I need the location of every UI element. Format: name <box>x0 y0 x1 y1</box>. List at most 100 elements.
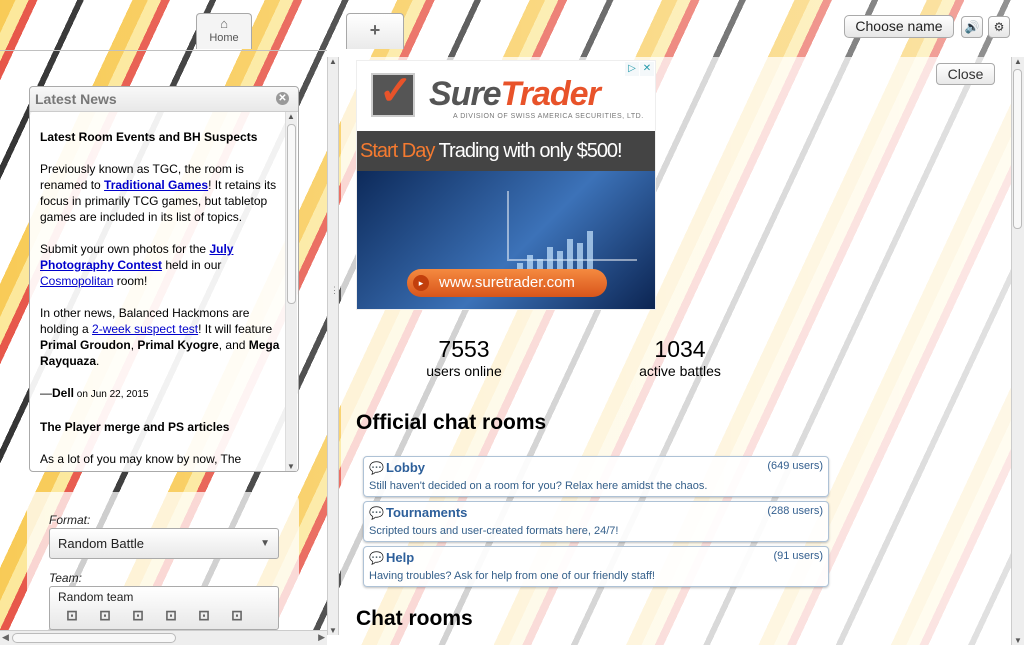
scroll-down-icon[interactable]: ▼ <box>287 462 295 471</box>
checkmark-icon: ✓ <box>371 69 415 117</box>
news-text: , and <box>218 338 249 352</box>
news-text: Submit your own photos for the <box>40 242 210 256</box>
news-author: Dell <box>52 386 75 400</box>
chat-bubble-icon: 💬 <box>369 506 384 520</box>
room-tournaments[interactable]: 💬 Tournaments (288 users) Scripted tours… <box>363 501 829 542</box>
battle-form-panel: Format: Random Battle ▼ Team: Random tea… <box>27 492 299 632</box>
ad-logo: ✓ SureTrader A DIVISION OF SWISS AMERICA… <box>357 61 655 131</box>
suspect-test-link[interactable]: 2-week suspect test <box>92 322 198 336</box>
room-users: (649 users) <box>767 460 823 472</box>
news-text: room! <box>113 274 148 288</box>
left-horizontal-scrollbar[interactable]: ◀ ▶ <box>0 630 327 645</box>
ad-brand-a: Sure <box>429 75 502 113</box>
volume-icon: 🔊 <box>964 20 980 34</box>
gear-icon: ⚙ <box>993 20 1005 34</box>
team-label: Team: <box>49 571 82 585</box>
ad-info-icon[interactable]: ▷ <box>625 62 639 76</box>
team-slots: ⊡ ⊡ ⊡ ⊡ ⊡ ⊡ <box>58 605 251 625</box>
news-heading: The Player merge and PS articles <box>40 420 230 434</box>
scroll-up-icon[interactable]: ▲ <box>1014 57 1022 66</box>
room-name: Tournaments <box>386 505 468 520</box>
pokemon-slot-icon: ⊡ <box>99 607 111 623</box>
choose-name-button[interactable]: Choose name <box>844 15 954 38</box>
room-users: (91 users) <box>773 550 823 562</box>
ad-brand-b: Trader <box>500 75 601 113</box>
advertisement[interactable]: ✓ SureTrader A DIVISION OF SWISS AMERICA… <box>356 60 656 310</box>
room-help[interactable]: 💬 Help (91 users) Having troubles? Ask f… <box>363 546 829 587</box>
left-pane-scrollbar[interactable]: ▲ ⋮ ▼ <box>327 57 339 635</box>
format-select[interactable]: Random Battle ▼ <box>49 528 279 559</box>
header-bar: ⌂ Home + Choose name 🔊 ⚙ <box>0 0 1024 50</box>
arrow-icon: ▸ <box>413 275 429 291</box>
users-online-stat: 7553 users online <box>414 336 514 380</box>
pokemon-slot-icon: ⊡ <box>66 607 78 623</box>
room-desc: Scripted tours and user-created formats … <box>369 525 619 537</box>
ad-banner: Start Day Trading with only $500! <box>357 131 655 171</box>
news-sig-dash: — <box>40 386 52 400</box>
news-scroll-thumb[interactable] <box>287 124 296 304</box>
scroll-right-icon[interactable]: ▶ <box>318 632 325 643</box>
grip-icon[interactable]: ⋮ <box>330 285 339 296</box>
ad-url-button[interactable]: ▸ www.suretrader.com <box>407 269 607 297</box>
new-tab-button[interactable]: + <box>346 13 404 49</box>
pokemon-slot-icon: ⊡ <box>132 607 144 623</box>
users-online-count: 7553 <box>438 336 490 362</box>
chat-bubble-icon: 💬 <box>369 461 384 475</box>
close-icon[interactable]: ✕ <box>276 92 289 105</box>
active-battles-stat[interactable]: 1034 active battles <box>630 336 730 380</box>
pokemon-slot-icon: ⊡ <box>231 607 243 623</box>
scroll-left-icon[interactable]: ◀ <box>2 632 9 643</box>
news-header: Latest News ✕ <box>30 87 298 112</box>
format-label: Format: <box>49 513 91 527</box>
team-select[interactable]: Random team ⊡ ⊡ ⊡ ⊡ ⊡ ⊡ <box>49 586 279 630</box>
news-text: . <box>96 354 100 368</box>
ad-close-icon[interactable]: ✕ <box>640 62 654 76</box>
settings-button[interactable]: ⚙ <box>988 16 1010 38</box>
room-desc: Having troubles? Ask for help from one o… <box>369 570 655 582</box>
volume-button[interactable]: 🔊 <box>961 16 983 38</box>
chat-bubble-icon: 💬 <box>369 551 384 565</box>
plus-icon: + <box>369 20 381 40</box>
pokemon-slot-icon: ⊡ <box>165 607 177 623</box>
news-text: ! It will feature <box>198 322 273 336</box>
scroll-down-icon[interactable]: ▼ <box>1014 636 1022 645</box>
room-desc: Still haven't decided on a room for you?… <box>369 480 708 492</box>
chevron-down-icon: ▼ <box>260 538 270 549</box>
scroll-down-icon[interactable]: ▼ <box>329 626 337 635</box>
close-button[interactable]: Close <box>936 63 995 85</box>
pokemon-slot-icon: ⊡ <box>198 607 210 623</box>
news-text: held in our <box>162 258 222 272</box>
room-name: Help <box>386 550 415 565</box>
cosmopolitan-link[interactable]: Cosmopolitan <box>40 274 113 288</box>
team-value: Random team <box>58 590 134 604</box>
ad-image: ▸ www.suretrader.com <box>357 171 655 309</box>
official-rooms-heading: Official chat rooms <box>356 411 547 434</box>
news-bold: Primal Groudon <box>40 338 131 352</box>
news-body: Latest Room Events and BH Suspects Previ… <box>40 129 284 469</box>
ad-subline: A DIVISION OF SWISS AMERICA SECURITIES, … <box>453 113 644 120</box>
news-bold: Primal Kyogre <box>137 338 219 352</box>
traditional-games-link[interactable]: Traditional Games <box>104 178 208 192</box>
tab-home[interactable]: ⌂ Home <box>196 13 252 49</box>
ad-banner-c: with only $500! <box>498 140 622 162</box>
right-scroll-thumb[interactable] <box>1013 69 1022 229</box>
news-heading: Latest Room Events and BH Suspects <box>40 130 258 144</box>
tab-home-label: Home <box>209 32 239 44</box>
ad-banner-b: Trading <box>438 140 500 162</box>
room-lobby[interactable]: 💬 Lobby (649 users) Still haven't decide… <box>363 456 829 497</box>
news-title: Latest News <box>35 91 117 107</box>
room-users: (288 users) <box>767 505 823 517</box>
room-name: Lobby <box>386 460 425 475</box>
scroll-up-icon[interactable]: ▲ <box>329 57 337 66</box>
news-scrollbar[interactable]: ▲ ▼ <box>285 112 297 471</box>
format-value: Random Battle <box>58 536 144 551</box>
users-online-label: users online <box>426 363 502 379</box>
news-text: As a lot of you may know by now, The <box>40 452 242 466</box>
news-date: on Jun 22, 2015 <box>74 389 149 400</box>
chat-rooms-heading: Chat rooms <box>356 607 473 630</box>
horizontal-scroll-thumb[interactable] <box>12 633 176 643</box>
right-pane-scrollbar[interactable]: ▲ ▼ <box>1011 57 1024 645</box>
ad-url: www.suretrader.com <box>439 274 575 291</box>
scroll-up-icon[interactable]: ▲ <box>287 112 295 121</box>
active-battles-count: 1034 <box>654 336 706 362</box>
